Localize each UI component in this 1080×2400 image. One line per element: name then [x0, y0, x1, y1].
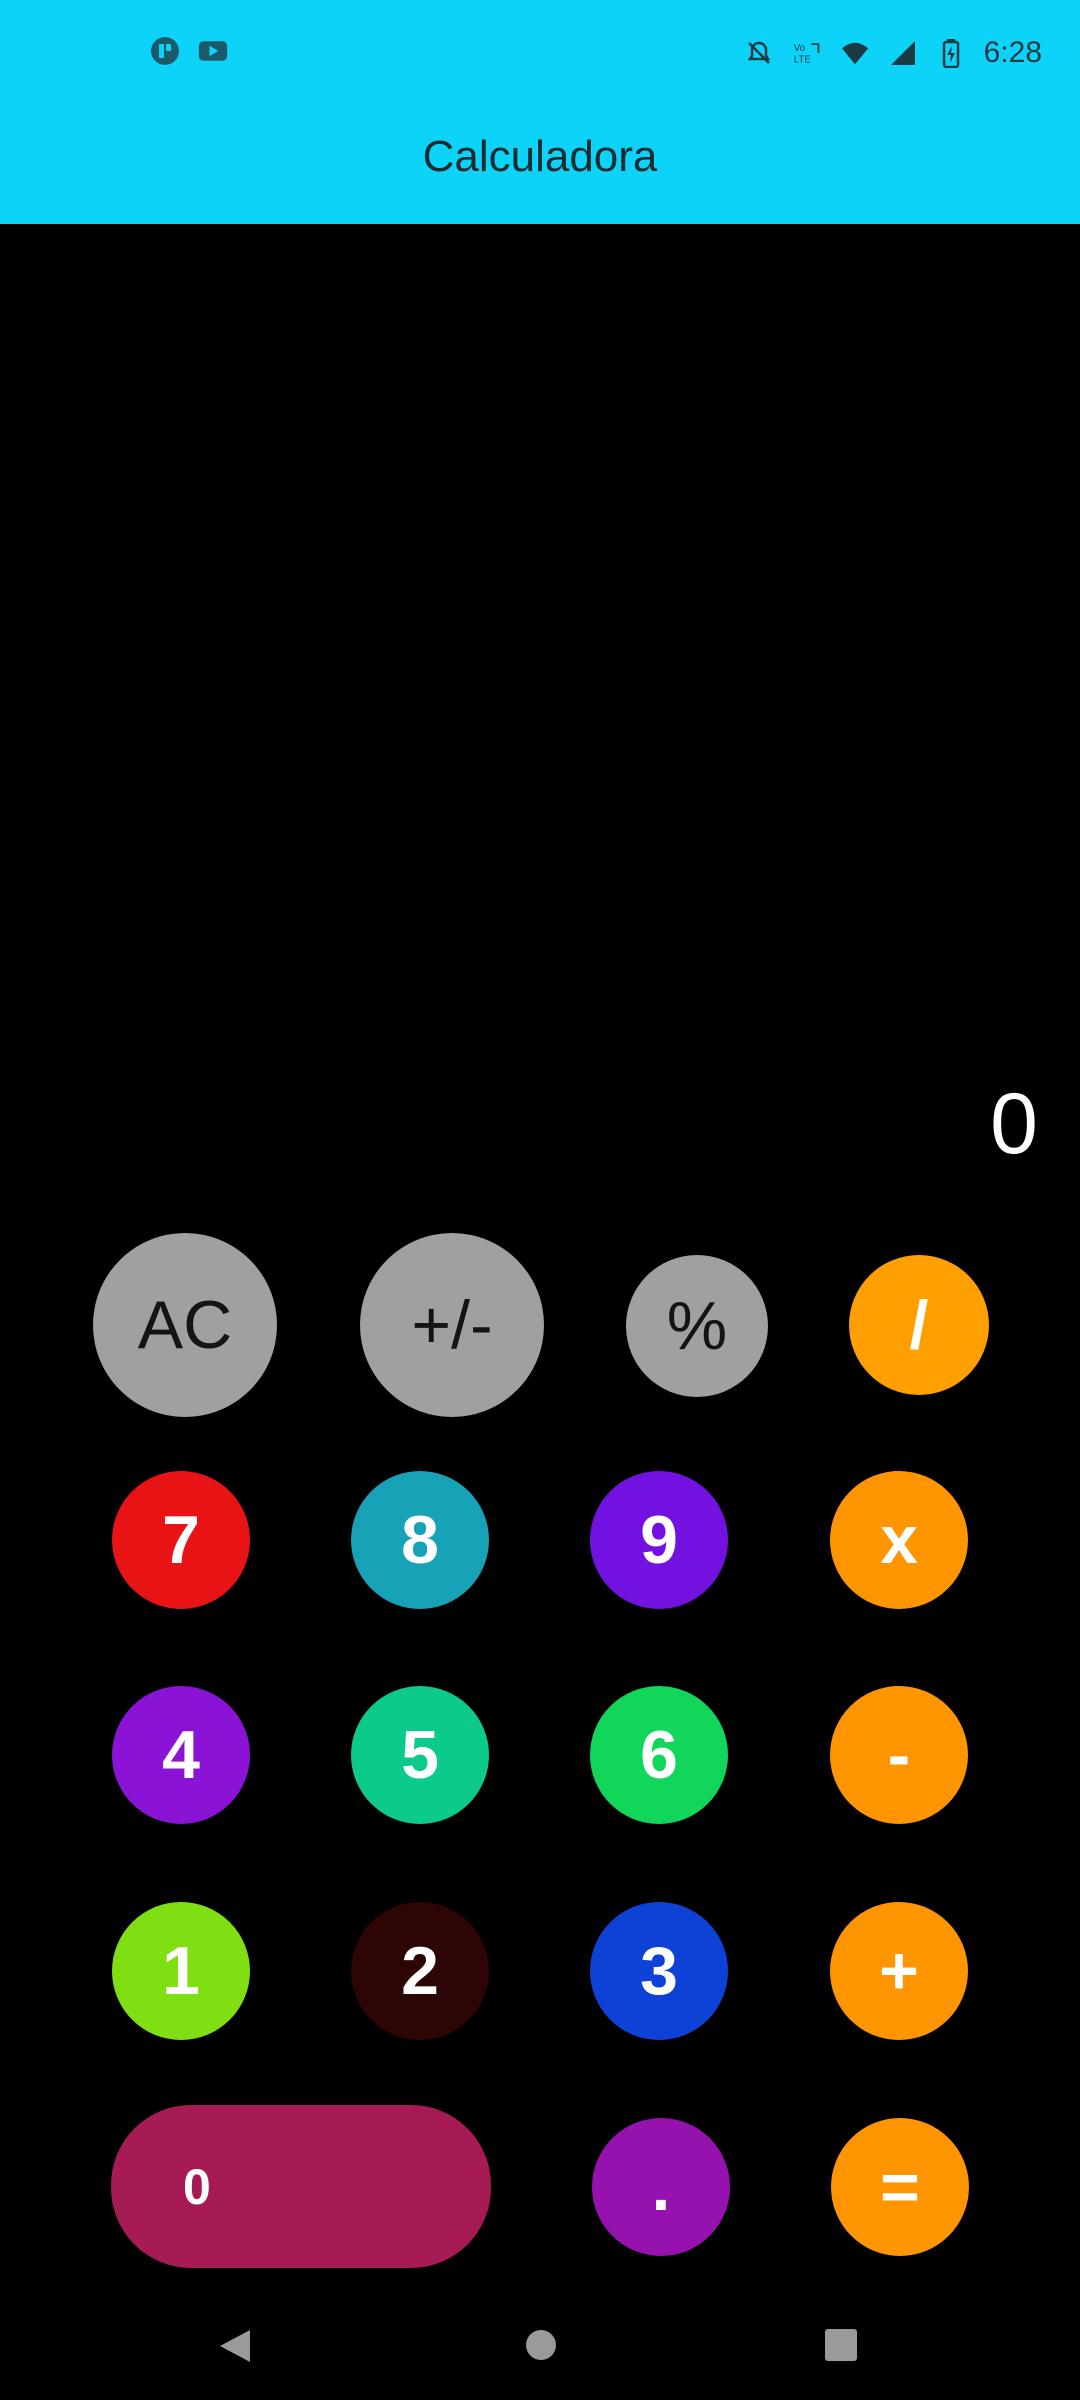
back-icon[interactable] — [218, 2328, 254, 2369]
digit-3-button[interactable]: 3 — [590, 1902, 728, 2040]
multiply-button[interactable]: x — [830, 1471, 968, 1609]
signal-icon — [888, 38, 918, 68]
app-notification-icon — [150, 36, 180, 66]
wifi-icon — [840, 38, 870, 68]
clear-button-label: AC — [137, 1287, 233, 1363]
calculator-display: 0 — [990, 1076, 1038, 1172]
digit-1-button[interactable]: 1 — [112, 1902, 250, 2040]
percent-button[interactable]: % — [626, 1255, 768, 1397]
digit-3-label: 3 — [640, 1933, 678, 2009]
multiply-button-label: x — [880, 1502, 918, 1578]
digit-1-label: 1 — [162, 1933, 200, 2009]
status-time: 6:28 — [983, 36, 1042, 69]
digit-5-button[interactable]: 5 — [351, 1686, 489, 1824]
minus-button[interactable]: - — [830, 1686, 968, 1824]
clear-button[interactable]: AC — [93, 1233, 277, 1417]
battery-charging-icon — [936, 38, 966, 68]
digit-0-button[interactable]: 0 — [111, 2105, 491, 2268]
svg-text:Vo: Vo — [793, 43, 804, 54]
digit-6-label: 6 — [640, 1717, 678, 1793]
app-bar: Vo LTE 6:28 Calculadora — [0, 0, 1080, 224]
home-icon[interactable] — [524, 2328, 558, 2367]
minus-button-label: - — [887, 1717, 911, 1793]
plus-button[interactable]: + — [830, 1902, 968, 2040]
divide-button-label: / — [909, 1287, 929, 1363]
status-bar-left — [150, 36, 228, 66]
digit-8-button[interactable]: 8 — [351, 1471, 489, 1609]
digit-7-button[interactable]: 7 — [112, 1471, 250, 1609]
app-title: Calculadora — [422, 132, 658, 181]
youtube-icon — [198, 36, 228, 66]
sign-toggle-button-label: +/- — [411, 1287, 493, 1363]
digit-7-label: 7 — [162, 1502, 200, 1578]
decimal-button-label: . — [651, 2149, 671, 2225]
decimal-button[interactable]: . — [592, 2118, 730, 2256]
equals-button[interactable]: = — [831, 2118, 969, 2256]
status-bar-right: Vo LTE 6:28 — [744, 36, 1042, 70]
divide-button[interactable]: / — [849, 1255, 989, 1395]
digit-8-label: 8 — [401, 1502, 439, 1578]
digit-2-label: 2 — [401, 1933, 439, 2009]
system-nav-bar — [0, 2290, 1080, 2400]
digit-4-button[interactable]: 4 — [112, 1686, 250, 1824]
digit-2-button[interactable]: 2 — [351, 1902, 489, 2040]
volte-lte-icon: Vo LTE — [792, 38, 822, 68]
svg-text:LTE: LTE — [793, 55, 811, 66]
percent-button-label: % — [666, 1288, 728, 1364]
recents-icon[interactable] — [824, 2328, 858, 2367]
plus-button-label: + — [879, 1933, 919, 2009]
digit-0-label: 0 — [183, 2158, 211, 2215]
digit-9-button[interactable]: 9 — [590, 1471, 728, 1609]
sign-toggle-button[interactable]: +/- — [360, 1233, 544, 1417]
notifications-off-icon — [744, 38, 774, 68]
digit-5-label: 5 — [401, 1717, 439, 1793]
digit-4-label: 4 — [162, 1717, 200, 1793]
equals-button-label: = — [880, 2149, 920, 2225]
digit-6-button[interactable]: 6 — [590, 1686, 728, 1824]
digit-9-label: 9 — [640, 1502, 678, 1578]
